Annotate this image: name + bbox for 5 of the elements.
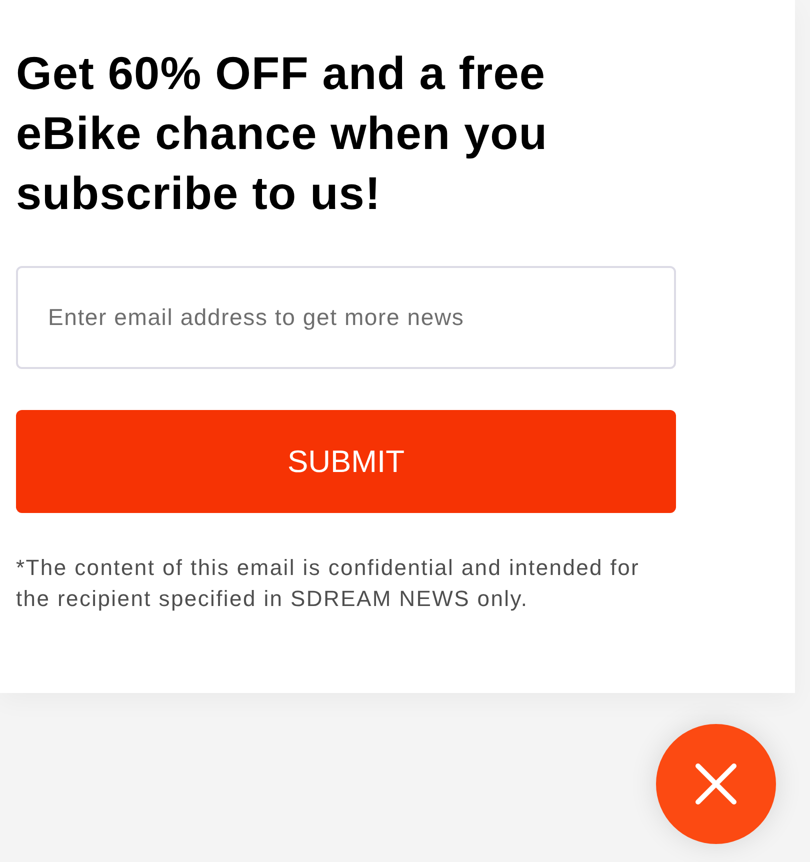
email-input-field[interactable]: Enter email address to get more news	[16, 266, 676, 369]
disclaimer-text: *The content of this email is confidential and intended for the recipient specified in SDREAM NEWS only.	[16, 554, 641, 613]
close-icon	[695, 763, 737, 805]
headline: Get 60% OFF and a free eBike chance when you subscribe to us!	[16, 46, 549, 221]
submit-button[interactable]: SUBMIT	[16, 410, 676, 513]
